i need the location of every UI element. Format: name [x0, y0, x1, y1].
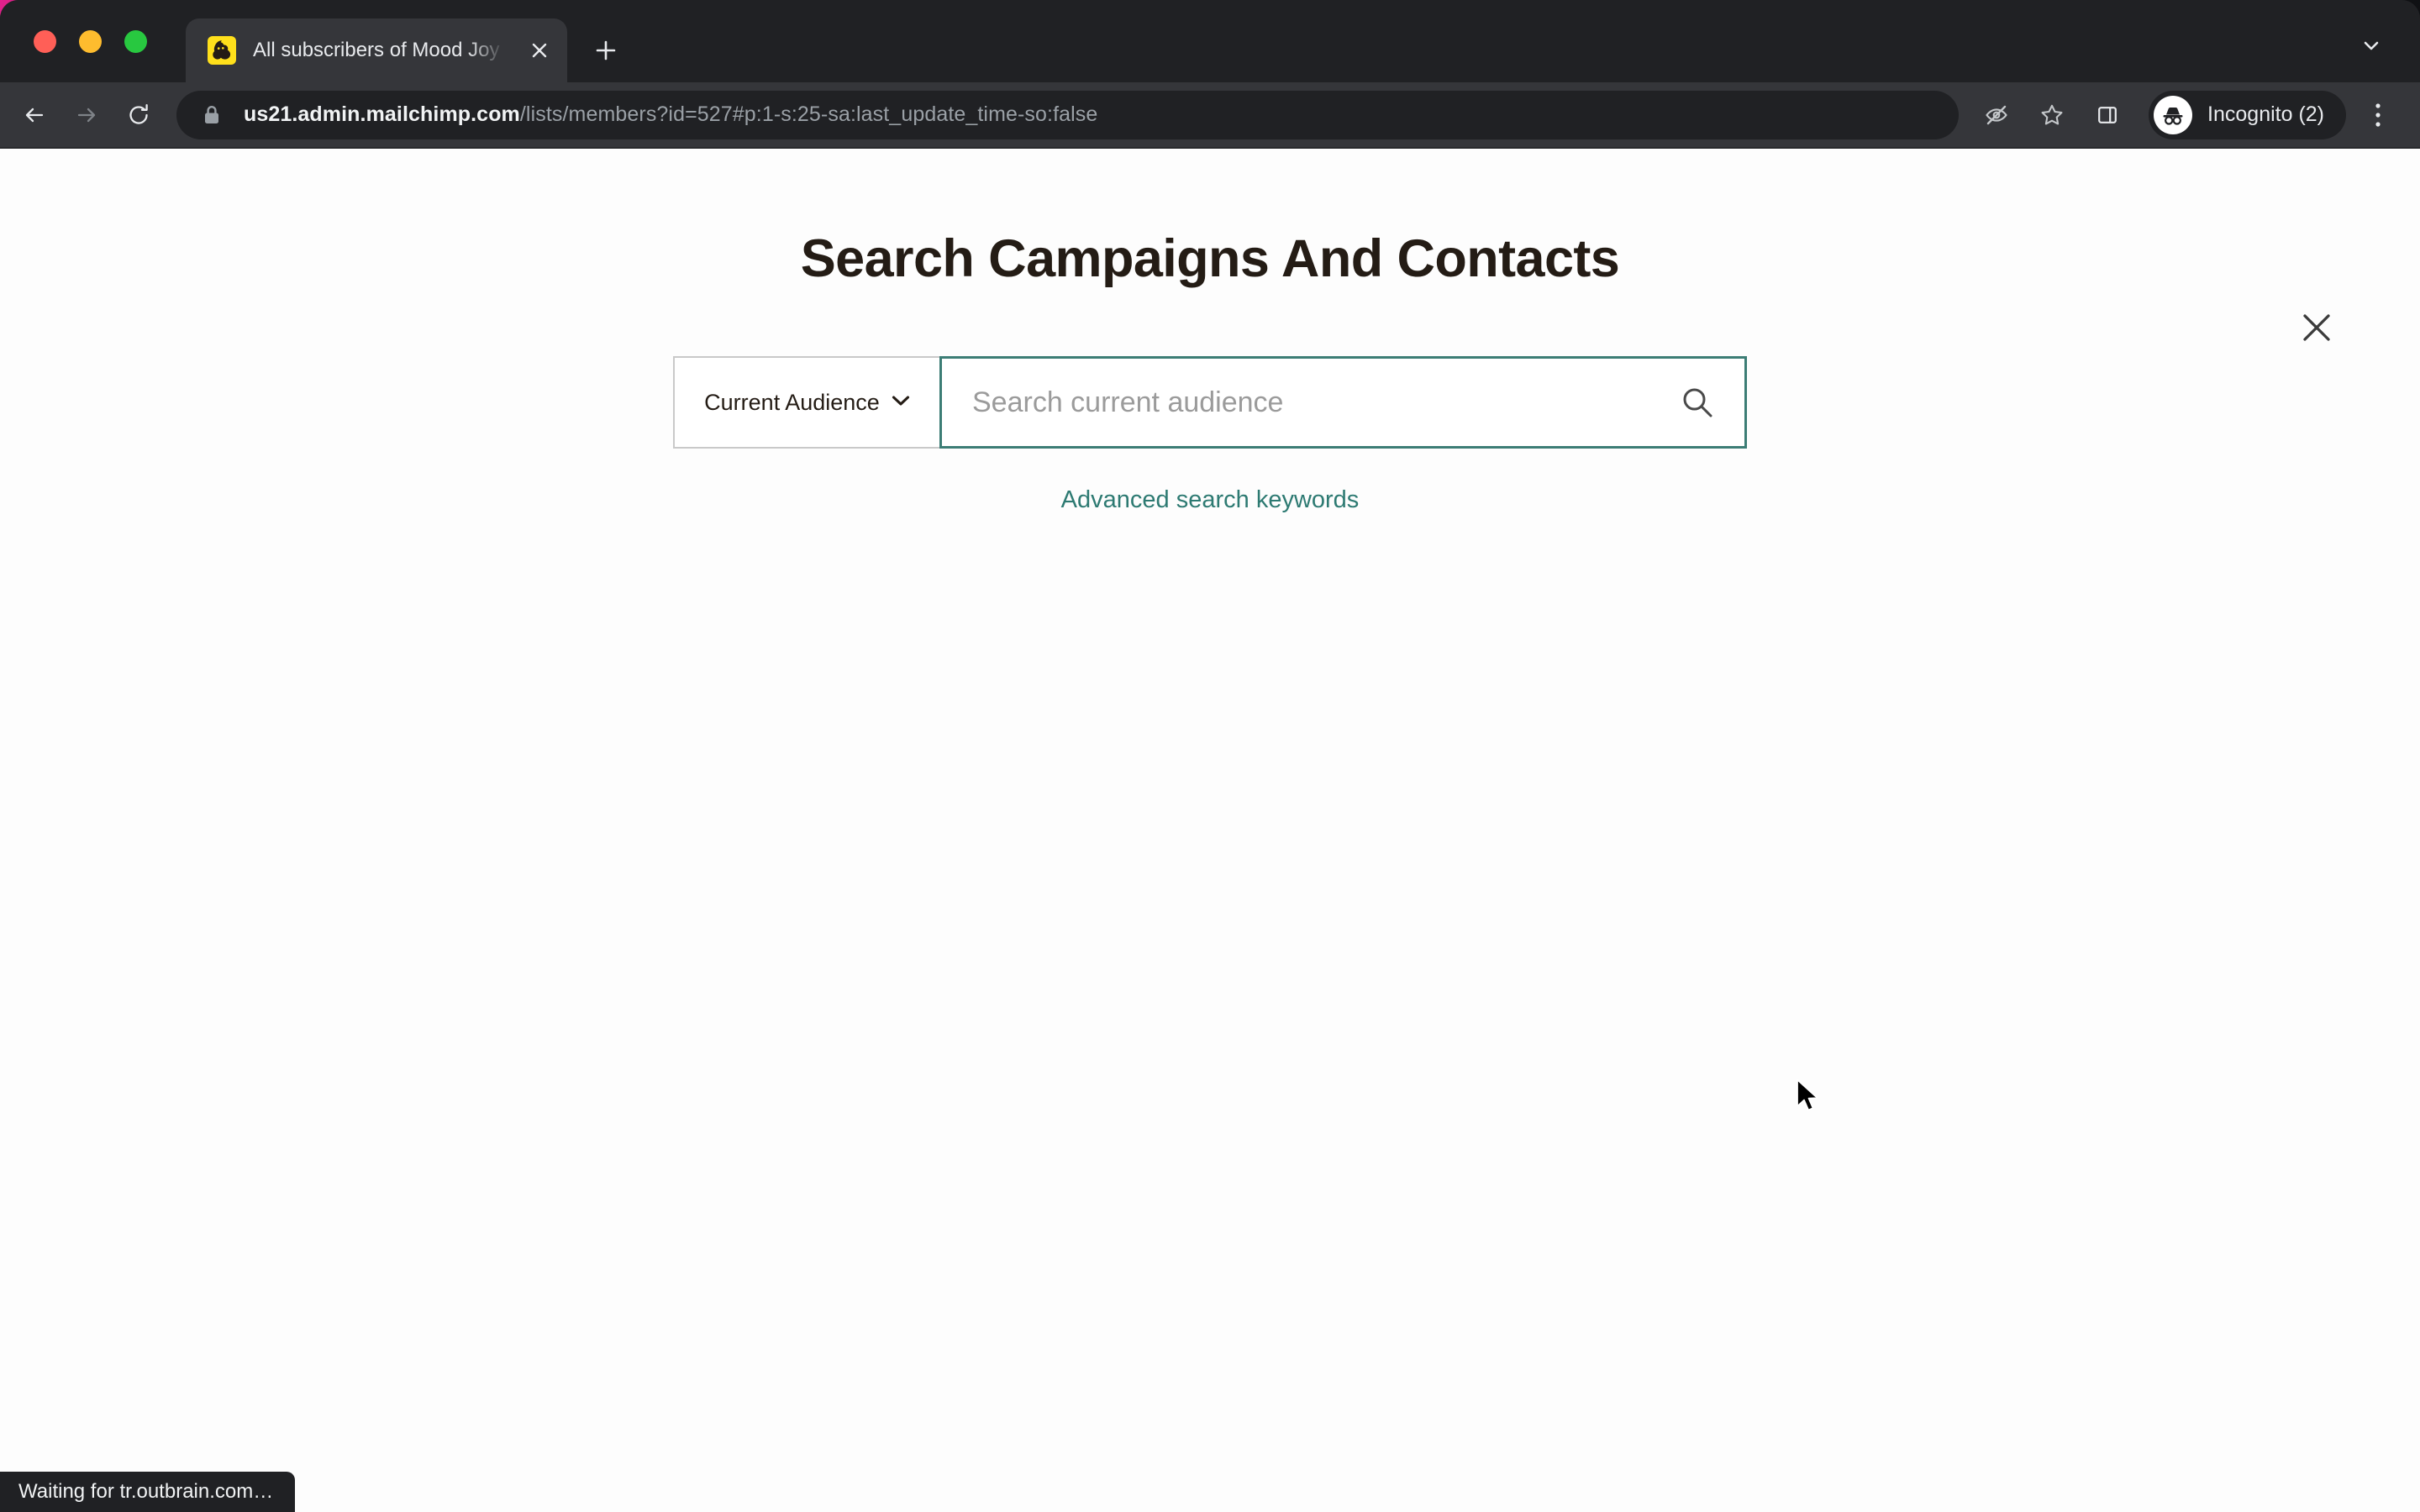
audience-scope-label: Current Audience	[704, 389, 880, 415]
back-button[interactable]	[8, 89, 60, 141]
star-icon[interactable]	[2026, 89, 2078, 141]
browser-tab-title: All subscribers of Mood Joy | M	[253, 39, 505, 61]
audience-scope-dropdown[interactable]: Current Audience	[673, 356, 939, 449]
incognito-avatar-icon	[2154, 95, 2193, 134]
page-content: Search Campaigns And Contacts Current Au…	[0, 149, 2420, 1512]
mailchimp-favicon	[208, 36, 236, 65]
three-dot-menu-icon[interactable]	[2354, 89, 2402, 141]
tab-close-icon[interactable]	[525, 36, 554, 65]
status-text: Waiting for tr.outbrain.com…	[18, 1480, 274, 1503]
reload-button[interactable]	[113, 89, 165, 141]
new-tab-button[interactable]	[582, 27, 629, 74]
lock-icon[interactable]	[202, 104, 222, 126]
tab-strip: All subscribers of Mood Joy | M	[0, 0, 2420, 82]
browser-tab[interactable]: All subscribers of Mood Joy | M	[186, 18, 567, 82]
page-title: Search Campaigns And Contacts	[800, 229, 1620, 288]
search-field-wrapper[interactable]	[939, 356, 1747, 449]
window-close-button[interactable]	[34, 29, 56, 53]
browser-window: All subscribers of Mood Joy | M us21.adm…	[0, 0, 2420, 1512]
eye-slash-icon[interactable]	[1970, 89, 2023, 141]
address-bar-path: /lists/members?id=527#p:1-s:25-sa:last_u…	[519, 102, 1098, 126]
address-bar-url: us21.admin.mailchimp.com/lists/members?i…	[244, 102, 1097, 127]
search-icon[interactable]	[1676, 381, 1719, 424]
tab-search-chevron-down-icon[interactable]	[2351, 25, 2391, 66]
window-traffic-lights	[0, 0, 167, 82]
address-bar[interactable]: us21.admin.mailchimp.com/lists/members?i…	[176, 90, 1960, 139]
profile-label: Incognito (2)	[2207, 102, 2324, 126]
forward-button	[60, 89, 113, 141]
status-bubble: Waiting for tr.outbrain.com…	[0, 1472, 296, 1512]
window-maximize-button[interactable]	[124, 29, 147, 53]
side-panel-icon[interactable]	[2081, 89, 2133, 141]
search-hero: Search Campaigns And Contacts Current Au…	[0, 231, 2420, 514]
chevron-down-icon	[892, 395, 910, 411]
browser-toolbar: us21.admin.mailchimp.com/lists/members?i…	[0, 82, 2420, 148]
profile-chip[interactable]: Incognito (2)	[2149, 90, 2346, 139]
search-input[interactable]	[972, 386, 1676, 419]
toolbar-actions: Incognito (2)	[1970, 89, 2402, 141]
mouse-cursor	[1796, 1079, 1824, 1121]
search-row: Current Audience	[673, 356, 1747, 449]
window-minimize-button[interactable]	[79, 29, 102, 53]
address-bar-host: us21.admin.mailchimp.com	[244, 102, 520, 126]
advanced-search-keywords-link[interactable]: Advanced search keywords	[1061, 486, 1360, 514]
